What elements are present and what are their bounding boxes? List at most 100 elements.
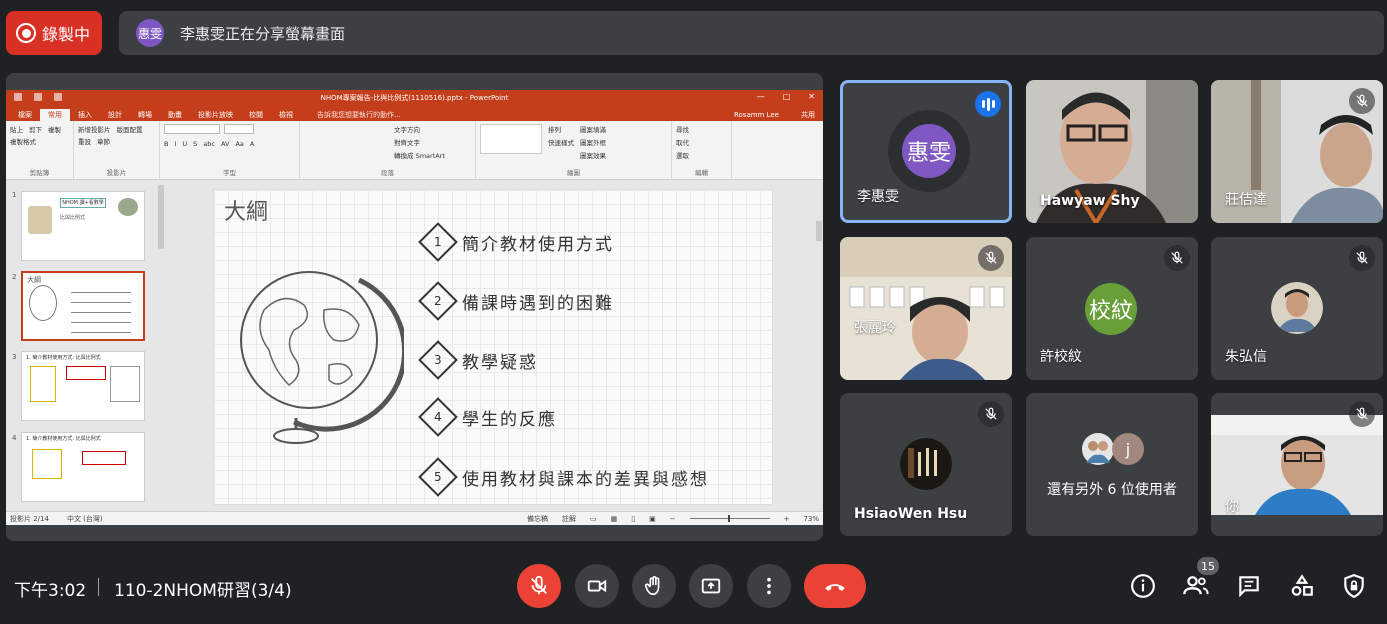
zoom-in-icon[interactable]: + xyxy=(784,515,790,523)
view-reading-icon[interactable]: ▯ xyxy=(631,515,635,523)
slide-scrollbar[interactable] xyxy=(816,221,822,241)
more-participants-tile[interactable]: j 還有另外 6 位使用者 xyxy=(1026,393,1198,536)
font-color-button[interactable]: A xyxy=(250,140,254,148)
tell-me-search[interactable]: 告訴我您想要執行的動作... xyxy=(309,109,409,121)
strikethrough-button[interactable]: abc xyxy=(203,140,215,148)
people-icon xyxy=(1183,576,1209,595)
self-view-tile[interactable]: 你 xyxy=(1211,393,1383,536)
save-icon[interactable] xyxy=(14,93,22,101)
raise-hand-button[interactable] xyxy=(632,564,676,608)
replace-button[interactable]: 取代 xyxy=(676,137,727,147)
recording-indicator[interactable]: 錄製中 xyxy=(6,11,102,55)
language-indicator: 中文 (台灣) xyxy=(66,514,103,523)
view-normal-icon[interactable]: ▭ xyxy=(590,515,597,523)
slide-thumbnail[interactable]: 1. 簡介教材使用方式: 比與比例式 xyxy=(21,432,145,502)
outline-item-text: 學生的反應 xyxy=(462,409,557,430)
tab-view[interactable]: 檢視 xyxy=(271,109,301,121)
cut-button[interactable]: 剪下 xyxy=(29,124,42,134)
pp-title-bar: NHOM專案報告-比與比例式(1110516).pptx - PowerPoin… xyxy=(6,90,823,106)
avatar: 校紋 xyxy=(1085,283,1137,335)
participant-tile[interactable]: HsiaoWen Hsu xyxy=(840,393,1012,536)
shape-outline-button[interactable]: 圖案外框 xyxy=(580,137,606,147)
layout-button[interactable]: 版面配置 xyxy=(117,124,143,134)
find-button[interactable]: 尋找 xyxy=(676,124,727,134)
copy-button[interactable]: 複製 xyxy=(48,124,61,134)
close-icon[interactable]: ✕ xyxy=(808,92,815,101)
outline-item: 1 簡介教材使用方式 xyxy=(418,222,614,262)
zoom-slider[interactable] xyxy=(689,515,770,522)
case-button[interactable]: Aa xyxy=(235,140,243,148)
slide-thumbnail-selected[interactable]: 大綱 xyxy=(21,271,145,341)
speaking-icon xyxy=(975,91,1001,117)
thumbnail-scrollbar[interactable] xyxy=(158,185,164,249)
zoom-out-icon[interactable]: − xyxy=(670,515,676,523)
section-button[interactable]: 章節 xyxy=(97,136,110,146)
thumb-number: 3 xyxy=(12,353,17,361)
slide-thumbnail[interactable]: 1. 簡介教材使用方式: 比與比例式 xyxy=(21,351,145,421)
recording-label: 錄製中 xyxy=(42,25,91,44)
avatar xyxy=(1271,282,1323,334)
current-slide[interactable]: 大綱 1 簡介教材使用方式 2 備課時遇到的困難 3 教學疑惑 4 學生的反應 … xyxy=(213,189,773,505)
leave-call-button[interactable] xyxy=(804,564,866,608)
shapes-gallery[interactable] xyxy=(480,124,542,154)
notes-button[interactable]: 備忘稿 xyxy=(527,514,548,524)
outline-item: 2 備課時遇到的困難 xyxy=(418,281,614,321)
presentation-area[interactable]: NHOM專案報告-比與比例式(1110516).pptx - PowerPoin… xyxy=(6,73,823,541)
tab-animations[interactable]: 動畫 xyxy=(160,109,190,121)
chat-button[interactable] xyxy=(1235,572,1263,600)
tab-review[interactable]: 校閱 xyxy=(241,109,271,121)
arrange-button[interactable]: 排列 xyxy=(548,124,574,134)
shape-effects-button[interactable]: 圖案效果 xyxy=(580,150,606,160)
zoom-level[interactable]: 73% xyxy=(803,515,819,523)
slide-thumbnail[interactable]: NHOM 讀+看數學 比與比例式 xyxy=(21,191,145,261)
view-slideshow-icon[interactable]: ▣ xyxy=(649,515,656,523)
more-options-button[interactable] xyxy=(747,564,791,608)
participants-button[interactable] xyxy=(1182,572,1210,600)
reset-button[interactable]: 重設 xyxy=(78,136,91,146)
minimize-icon[interactable]: — xyxy=(757,92,765,101)
tab-insert[interactable]: 插入 xyxy=(70,109,100,121)
comments-button[interactable]: 註解 xyxy=(562,514,576,524)
text-direction-button[interactable]: 文字方向 xyxy=(394,124,471,134)
spacing-button[interactable]: AV xyxy=(221,140,229,148)
participant-tile[interactable]: Hawyaw Shy xyxy=(1026,80,1198,223)
participant-tile[interactable]: 張麗玲 xyxy=(840,237,1012,380)
font-size-select[interactable] xyxy=(224,124,254,134)
undo-icon[interactable] xyxy=(34,93,42,101)
font-family-select[interactable] xyxy=(164,124,220,134)
quick-styles-button[interactable]: 快速樣式 xyxy=(548,137,574,147)
new-slide-button[interactable]: 新增投影片 xyxy=(78,124,111,134)
participant-tile[interactable]: 惠雯 李惠雯 xyxy=(840,80,1012,223)
maximize-icon[interactable]: □ xyxy=(783,92,791,101)
tab-file[interactable]: 檔案 xyxy=(10,109,40,121)
participant-tile[interactable]: 校紋 許校紋 xyxy=(1026,237,1198,380)
tab-design[interactable]: 設計 xyxy=(100,109,130,121)
camera-toggle-button[interactable] xyxy=(575,564,619,608)
participant-tile[interactable]: 莊佶達 xyxy=(1211,80,1383,223)
italic-button[interactable]: I xyxy=(174,140,176,148)
smartart-button[interactable]: 轉換成 SmartArt xyxy=(394,150,471,160)
tab-home[interactable]: 常用 xyxy=(40,109,70,121)
tab-slideshow[interactable]: 投影片放映 xyxy=(190,109,241,121)
bold-button[interactable]: B xyxy=(164,140,168,148)
share-button[interactable]: 共用 xyxy=(793,109,823,121)
paste-button[interactable]: 貼上 xyxy=(10,124,23,134)
present-button[interactable] xyxy=(689,564,733,608)
tab-transitions[interactable]: 轉場 xyxy=(130,109,160,121)
meeting-details-button[interactable] xyxy=(1129,572,1157,600)
slide-counter: 投影片 2/14 xyxy=(10,514,49,523)
select-button[interactable]: 選取 xyxy=(676,150,727,160)
host-controls-button[interactable] xyxy=(1340,572,1368,600)
underline-button[interactable]: U xyxy=(182,140,187,148)
mic-toggle-button[interactable] xyxy=(517,564,561,608)
align-text-button[interactable]: 對齊文字 xyxy=(394,137,471,147)
pp-status-bar: 投影片 2/14 中文 (台灣) 備忘稿 註解 ▭ ▦ ▯ ▣ − + 73% xyxy=(6,511,823,525)
shape-fill-button[interactable]: 圖案填滿 xyxy=(580,124,606,134)
participant-tile[interactable]: 朱弘信 xyxy=(1211,237,1383,380)
format-painter-button[interactable]: 複製格式 xyxy=(10,136,36,146)
shadow-button[interactable]: S xyxy=(193,140,197,148)
redo-icon[interactable] xyxy=(54,93,62,101)
outline-item-text: 備課時遇到的困難 xyxy=(462,293,614,314)
view-sorter-icon[interactable]: ▦ xyxy=(611,515,618,523)
activities-button[interactable] xyxy=(1288,572,1316,600)
